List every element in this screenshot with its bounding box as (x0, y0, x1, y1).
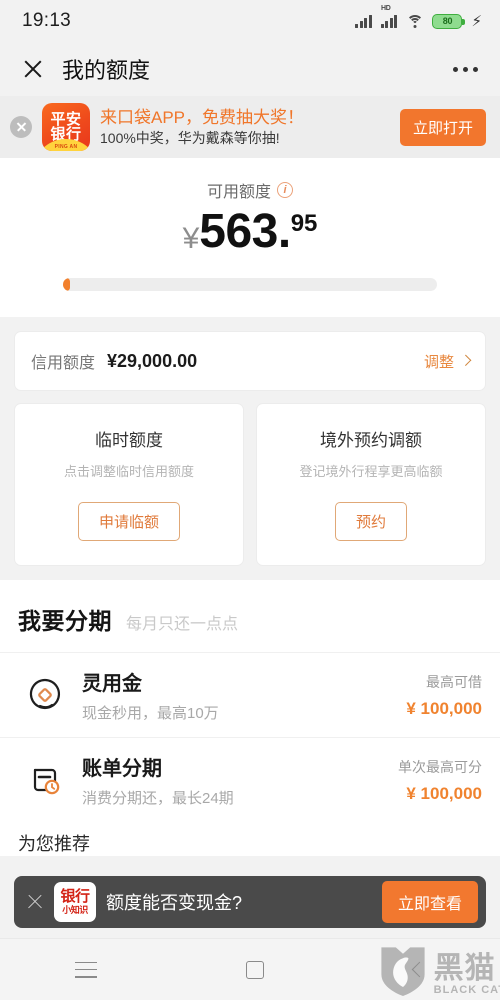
balance-integer: 563. (199, 205, 291, 258)
balance-decimal: 95 (290, 210, 318, 237)
balance-amount: ¥ 563. 95 (0, 208, 500, 256)
quota-progress-fill (63, 278, 71, 291)
ad-text-block: 来口袋APP，免费抽大奖！ 100%中奖，华为戴森等你抽! (100, 107, 390, 148)
card-title: 临时额度 (95, 431, 163, 450)
logo-line-1: 平安 (50, 111, 82, 128)
ad-subtitle: 100%中奖，华为戴森等你抽! (100, 129, 280, 146)
cat-shield-icon (381, 947, 425, 996)
toast-message: 额度能否变现金? (106, 893, 243, 913)
section-header: 我要分期 每月只还一点点 (0, 580, 500, 652)
recent-apps-icon[interactable] (74, 961, 97, 978)
item-amount: ¥ 100,000 (406, 783, 482, 803)
chevron-right-icon (460, 354, 472, 366)
ad-close-icon[interactable] (10, 116, 32, 138)
blackcat-watermark: 黑猫 BLACK CAT (376, 942, 500, 996)
credit-limit-label: 信用额度 (31, 355, 96, 372)
reserve-overseas-button[interactable]: 预约 (334, 502, 407, 541)
available-balance-panel: 可用额度 i ¥ 563. 95 (0, 158, 500, 317)
status-time: 19:13 (22, 10, 72, 31)
overseas-quota-card[interactable]: 境外预约调额 登记境外行程享更高临额 预约 (256, 403, 486, 566)
balance-label: 可用额度 (206, 184, 271, 201)
list-item-cash-loan[interactable]: 灵用金 现金秒用，最高10万 最高可借 ¥ 100,000 (0, 652, 500, 737)
system-nav-bar: 黑猫 BLACK CAT (0, 938, 500, 1000)
currency-symbol: ¥ (182, 222, 200, 255)
balance-label-row: 可用额度 i (0, 178, 500, 202)
more-options-icon[interactable] (453, 66, 478, 72)
quota-card-group: 临时额度 点击调整临时信用额度 申请临额 境外预约调额 登记境外行程享更高临额 … (0, 391, 500, 566)
logo-english: PING AN (54, 144, 78, 150)
item-title: 灵用金 (82, 673, 142, 695)
signal-icon (355, 14, 372, 28)
signal-hd-icon: HD (380, 5, 398, 28)
item-caption: 最高可借 (426, 673, 482, 690)
apply-temporary-quota-button[interactable]: 申请临额 (77, 502, 180, 541)
app-header: 我的额度 (0, 42, 500, 96)
section-divider (0, 566, 500, 580)
battery-icon: 80 (432, 13, 465, 29)
card-subtitle: 登记境外行程享更高临额 (299, 464, 443, 479)
item-subtitle: 现金秒用，最高10万 (82, 705, 219, 722)
bill-clock-icon (22, 760, 68, 800)
cash-bubble-icon (22, 675, 68, 715)
toast-view-button[interactable]: 立即查看 (381, 881, 478, 923)
badge-line-1: 银行 (60, 887, 90, 905)
watermark-text: 黑猫 BLACK CAT (433, 952, 500, 997)
list-item-bill-installment[interactable]: 账单分期 消费分期还，最长24期 单次最高可分 ¥ 100,000 (0, 737, 500, 822)
badge-line-2: 小知识 (62, 904, 88, 915)
wifi-icon (406, 14, 424, 28)
page-title: 我的额度 (62, 58, 151, 83)
recommend-label: 为您推荐 (18, 834, 90, 854)
ad-banner[interactable]: 平安 银行 PING AN 来口袋APP，免费抽大奖！ 100%中奖，华为戴森等… (0, 96, 500, 158)
card-subtitle: 点击调整临时信用额度 (63, 464, 194, 479)
toast-close-icon[interactable] (26, 893, 44, 911)
watermark-en: BLACK CAT (433, 984, 500, 996)
card-title: 境外预约调额 (320, 431, 422, 450)
item-amount-block: 最高可借 ¥ 100,000 (406, 672, 482, 719)
credit-limit-value: ¥29,000.00 (107, 350, 198, 371)
status-bar: 19:13 HD 80 ⚡ (0, 0, 500, 42)
phone-screen: 19:13 HD 80 ⚡ 我的额度 平安 银行 PING AN 来口袋APP，… (0, 0, 500, 1000)
bank-tips-badge-icon: 银行 小知识 (54, 882, 96, 922)
item-amount: ¥ 100,000 (406, 698, 482, 718)
credit-limit-card[interactable]: 信用额度 ¥29,000.00 调整 (14, 331, 486, 391)
close-icon[interactable] (22, 58, 44, 80)
watermark-cn: 黑猫 (433, 952, 496, 985)
info-icon[interactable]: i (277, 182, 293, 198)
promo-toast[interactable]: 银行 小知识 额度能否变现金? 立即查看 (14, 876, 486, 928)
item-amount-block: 单次最高可分 ¥ 100,000 (398, 757, 482, 804)
hd-label: HD (380, 5, 391, 12)
battery-level: 80 (442, 16, 453, 26)
installment-section: 我要分期 每月只还一点点 灵用金 现金秒用，最高10万 最高可借 ¥ 100,0… (0, 580, 500, 856)
adjust-limit-link[interactable]: 调整 (424, 351, 454, 372)
item-text-block: 账单分期 消费分期还，最长24期 (82, 752, 398, 808)
item-title: 账单分期 (82, 758, 162, 780)
quota-progress-bar (63, 278, 437, 291)
item-subtitle: 消费分期还，最长24期 (82, 790, 234, 807)
temporary-quota-card[interactable]: 临时额度 点击调整临时信用额度 申请临额 (14, 403, 244, 566)
ad-title: 来口袋APP，免费抽大奖！ (100, 107, 305, 127)
section-subtitle: 每月只还一点点 (126, 616, 239, 633)
status-icons: HD 80 ⚡ (355, 5, 482, 30)
charging-bolt-icon: ⚡ (471, 12, 482, 30)
item-caption: 单次最高可分 (398, 758, 482, 775)
section-title: 我要分期 (18, 608, 112, 634)
item-text-block: 灵用金 现金秒用，最高10万 (82, 667, 406, 723)
ad-open-button[interactable]: 立即打开 (399, 108, 486, 146)
pingan-bank-logo-icon: 平安 银行 PING AN (42, 103, 90, 151)
home-icon[interactable] (246, 960, 265, 979)
